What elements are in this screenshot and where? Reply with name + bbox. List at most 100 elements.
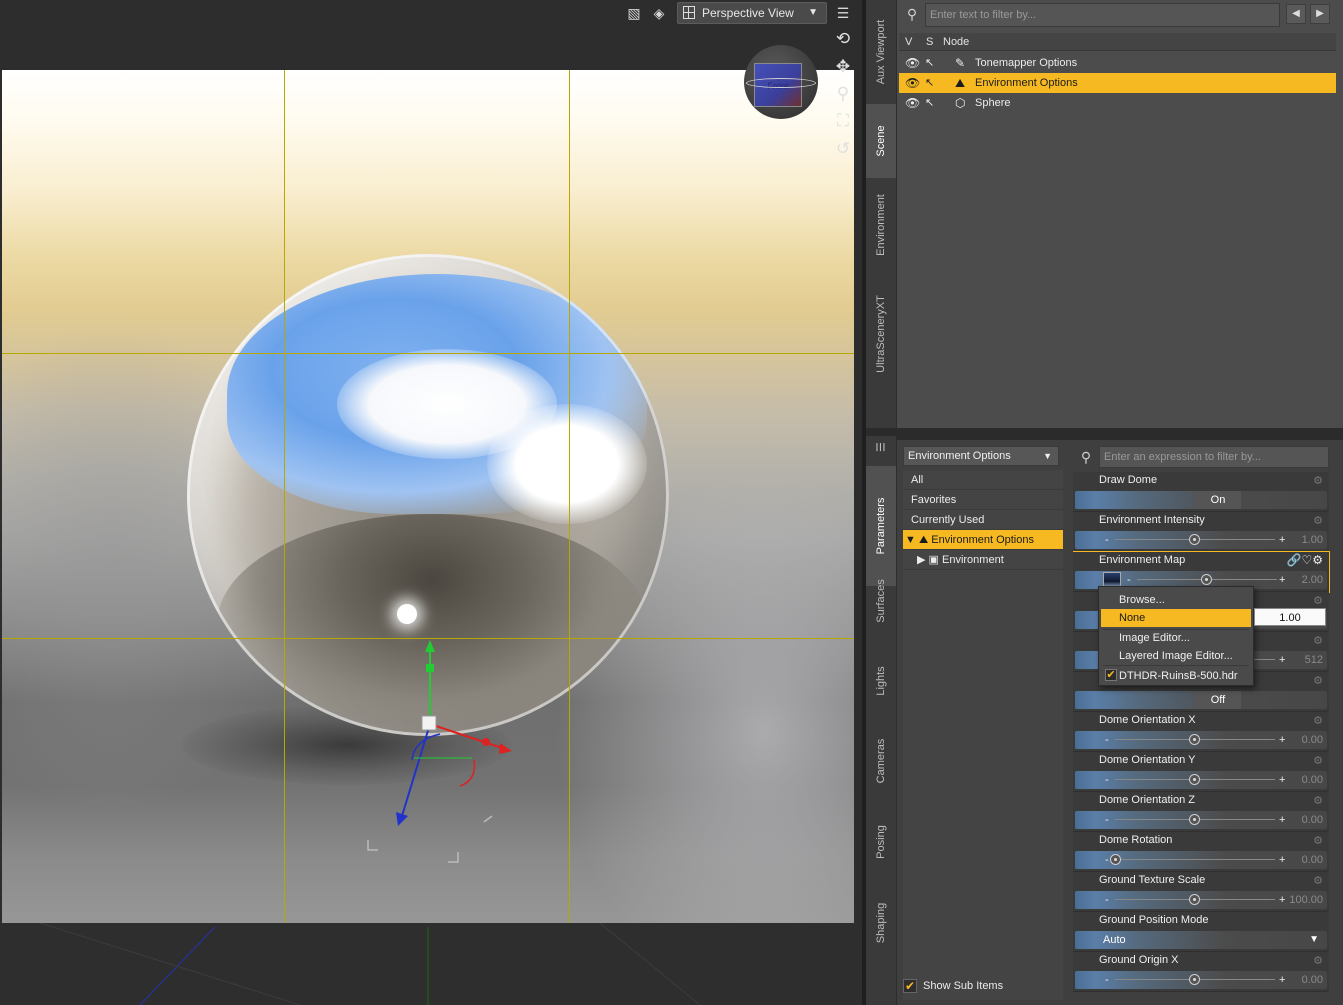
- visible-column-header[interactable]: V: [905, 33, 912, 51]
- tab-aux-viewport[interactable]: Aux Viewport: [866, 2, 896, 102]
- slider-knob[interactable]: [1189, 774, 1200, 785]
- increment-button[interactable]: +: [1279, 771, 1285, 789]
- nav-cube-ring[interactable]: [746, 78, 816, 88]
- eye-icon[interactable]: 👁: [905, 93, 920, 113]
- select-arrow-icon[interactable]: ↖: [925, 73, 934, 93]
- gear-icon[interactable]: ⚙: [1313, 794, 1323, 807]
- slider-value[interactable]: 100.00: [1289, 891, 1323, 909]
- increment-button[interactable]: +: [1279, 531, 1285, 549]
- menu-item-recent-hdr[interactable]: ✔ DTHDR-RuinsB-500.hdr: [1101, 667, 1251, 685]
- increment-button[interactable]: +: [1279, 971, 1285, 989]
- slider-value[interactable]: 1.00: [1302, 531, 1323, 549]
- slider-value[interactable]: 0.00: [1302, 851, 1323, 869]
- value-edit-field[interactable]: 1.00: [1254, 608, 1326, 626]
- camera-icon[interactable]: ◈: [650, 5, 668, 21]
- node-column-header[interactable]: Node: [943, 33, 969, 51]
- scene-filter-input[interactable]: Enter text to filter by...: [925, 3, 1280, 27]
- toggle-value[interactable]: On: [1195, 491, 1241, 509]
- favorite-icons[interactable]: 🔗♡⚙: [1287, 553, 1323, 567]
- slider-track[interactable]: - + 0.00: [1075, 771, 1327, 789]
- node-select[interactable]: Environment Options ▼: [903, 446, 1059, 466]
- slider-value[interactable]: 0.00: [1302, 731, 1323, 749]
- viewport[interactable]: ▧ ◈ Perspective View ▼ ☰ Front ⟲ ✥ ⚲ ⛶ ↺: [0, 0, 862, 1005]
- slider-value[interactable]: 0.00: [1302, 811, 1323, 829]
- param-ground-position-mode[interactable]: Ground Position Mode Auto ▼: [1073, 912, 1329, 952]
- slider-value[interactable]: 0.00: [1302, 771, 1323, 789]
- slider-value[interactable]: 0.00: [1302, 971, 1323, 989]
- group-item-favorites[interactable]: Favorites: [903, 490, 1063, 510]
- group-item-all[interactable]: All: [903, 470, 1063, 490]
- dropdown-value[interactable]: Auto: [1103, 931, 1126, 949]
- increment-button[interactable]: +: [1279, 731, 1285, 749]
- tab-cameras[interactable]: Cameras: [866, 716, 896, 806]
- gear-icon[interactable]: ⚙: [1313, 514, 1323, 527]
- slider-track[interactable]: - + 0.00: [1075, 851, 1327, 869]
- gear-icon[interactable]: ⚙: [1313, 594, 1323, 607]
- slider-knob[interactable]: [1201, 574, 1212, 585]
- slider-knob[interactable]: [1189, 534, 1200, 545]
- selectable-column-header[interactable]: S: [926, 33, 933, 51]
- tab-scene[interactable]: Scene: [866, 104, 896, 178]
- toggle-track[interactable]: Off: [1075, 691, 1327, 709]
- scene-node-row[interactable]: 👁 ↖ ⬡ Sphere: [899, 93, 1336, 113]
- increment-button[interactable]: +: [1279, 571, 1285, 589]
- collapse-arrow-icon[interactable]: ▶: [917, 554, 925, 566]
- slider-value[interactable]: 512: [1305, 651, 1323, 669]
- render-preview[interactable]: [2, 70, 854, 923]
- transform-gizmo[interactable]: [362, 630, 542, 870]
- scene-node-row[interactable]: 👁 ↖ ✎ Tonemapper Options: [899, 53, 1336, 73]
- show-sub-items-checkbox[interactable]: ✔ Show Sub Items: [903, 976, 1063, 996]
- tab-surfaces[interactable]: Surfaces: [866, 560, 896, 642]
- group-item-environment[interactable]: ▶ ▣ Environment: [903, 550, 1063, 570]
- group-item-currently-used[interactable]: Currently Used: [903, 510, 1063, 530]
- frame-icon[interactable]: ⛶: [832, 110, 854, 132]
- slider-track[interactable]: - + 100.00: [1075, 891, 1327, 909]
- slider-knob[interactable]: [1189, 734, 1200, 745]
- menu-item-image-editor[interactable]: Image Editor...: [1101, 629, 1251, 647]
- increment-button[interactable]: +: [1279, 811, 1285, 829]
- expression-filter-input[interactable]: Enter an expression to filter by...: [1099, 446, 1329, 468]
- increment-button[interactable]: +: [1279, 891, 1285, 909]
- tab-posing[interactable]: Posing: [866, 802, 896, 882]
- slider-track[interactable]: - + 0.00: [1075, 971, 1327, 989]
- slider-track[interactable]: - + 0.00: [1075, 811, 1327, 829]
- decrement-button[interactable]: -: [1105, 771, 1109, 789]
- gear-icon[interactable]: ⚙: [1313, 874, 1323, 887]
- checkmark-icon[interactable]: ✔: [903, 979, 917, 993]
- increment-button[interactable]: +: [1279, 651, 1285, 669]
- tab-environment[interactable]: Environment: [866, 180, 896, 270]
- param-environment-intensity[interactable]: Environment Intensity ⚙ - + 1.00: [1073, 512, 1329, 552]
- pan-icon[interactable]: ✥: [832, 56, 854, 78]
- expand-arrow-icon[interactable]: ▼: [905, 534, 916, 546]
- param-dome-orientation-z[interactable]: Dome Orientation Z ⚙ - + 0.00: [1073, 792, 1329, 832]
- slider-knob[interactable]: [1189, 894, 1200, 905]
- zoom-icon[interactable]: ⚲: [832, 83, 854, 105]
- slider-knob[interactable]: [1110, 854, 1121, 865]
- gear-icon[interactable]: ⚙: [1313, 954, 1323, 967]
- param-ground-texture-scale[interactable]: Ground Texture Scale ⚙ - + 100.00: [1073, 872, 1329, 912]
- menu-item-none[interactable]: None: [1101, 609, 1251, 627]
- menu-item-layered-image-editor[interactable]: Layered Image Editor...: [1101, 647, 1251, 665]
- group-item-environment-options[interactable]: ▼ ⛰ Environment Options: [903, 530, 1063, 550]
- param-draw-dome[interactable]: Draw Dome ⚙ On: [1073, 472, 1329, 512]
- eye-icon[interactable]: 👁: [905, 73, 920, 93]
- tab-shaping[interactable]: Shaping: [866, 882, 896, 964]
- reset-icon[interactable]: ↺: [832, 138, 854, 160]
- tab-lights[interactable]: Lights: [866, 646, 896, 716]
- decrement-button[interactable]: -: [1105, 851, 1109, 869]
- slider-track[interactable]: - + 0.00: [1075, 731, 1327, 749]
- next-match-button[interactable]: ▶: [1310, 4, 1330, 24]
- gear-icon[interactable]: ⚙: [1313, 474, 1323, 487]
- decrement-button[interactable]: -: [1105, 811, 1109, 829]
- menu-item-browse[interactable]: Browse...: [1101, 591, 1251, 609]
- view-select[interactable]: Perspective View ▼: [677, 2, 827, 24]
- gear-icon[interactable]: ⚙: [1313, 714, 1323, 727]
- scene-node-row[interactable]: 👁 ↖ ⛰ Environment Options: [899, 73, 1336, 93]
- slider-track[interactable]: - + 1.00: [1075, 531, 1327, 549]
- decrement-button[interactable]: -: [1105, 731, 1109, 749]
- increment-button[interactable]: +: [1279, 851, 1285, 869]
- slider-value[interactable]: 2.00: [1302, 571, 1323, 589]
- decrement-button[interactable]: -: [1105, 971, 1109, 989]
- previous-match-button[interactable]: ◀: [1286, 4, 1306, 24]
- toggle-track[interactable]: On: [1075, 491, 1327, 509]
